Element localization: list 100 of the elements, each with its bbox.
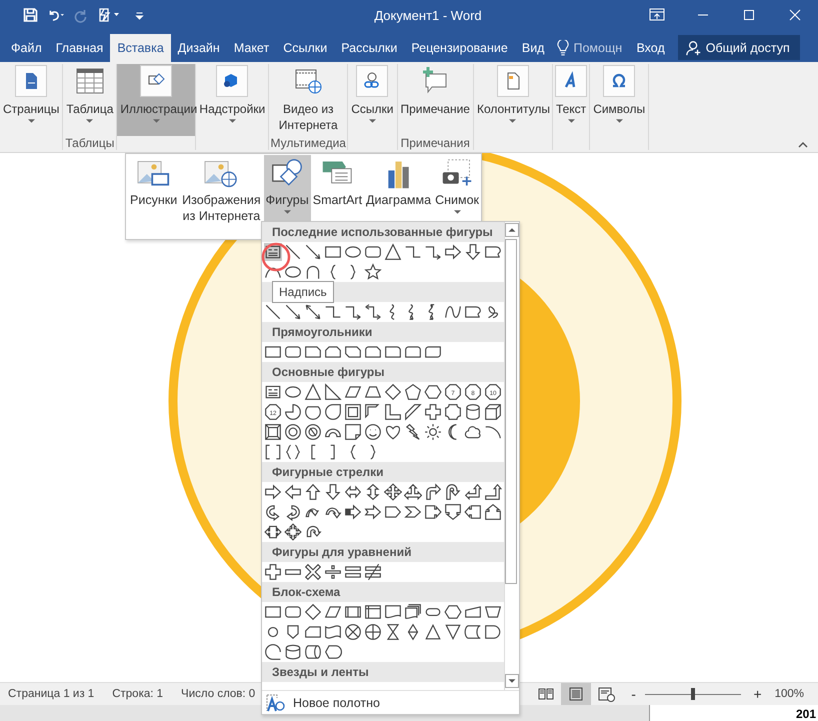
diamond-icon[interactable] xyxy=(384,383,402,401)
collate-icon[interactable] xyxy=(384,623,402,641)
sequential-storage-icon[interactable] xyxy=(264,643,282,661)
elbow-double-arrow-icon[interactable] xyxy=(364,303,382,321)
new-canvas-button[interactable]: Новое полотно xyxy=(262,690,519,714)
callout-left-right-icon[interactable] xyxy=(264,523,282,541)
ribbon-button[interactable]: Колонтитулы xyxy=(474,64,552,136)
arrow-right-icon[interactable] xyxy=(444,243,462,261)
arrow-curved-right-icon[interactable] xyxy=(264,503,282,521)
arrow-quad-icon[interactable] xyxy=(384,483,402,501)
arrow-up-icon[interactable] xyxy=(304,483,322,501)
cloud-icon[interactable] xyxy=(464,423,482,441)
freeform-line-icon[interactable] xyxy=(444,303,462,321)
callout-down-icon[interactable] xyxy=(444,503,462,521)
cross-icon[interactable] xyxy=(424,403,442,421)
multidocument-icon[interactable] xyxy=(404,603,422,621)
collapse-ribbon-icon[interactable] xyxy=(798,142,808,148)
ribbon-button[interactable]: Таблица xyxy=(63,64,116,136)
callout-up-icon[interactable] xyxy=(484,503,502,521)
triangle-icon[interactable] xyxy=(304,383,322,401)
arrow-down-icon[interactable] xyxy=(324,483,342,501)
scroll-down-icon[interactable] xyxy=(505,674,519,688)
ribbon-button[interactable]: Страницы xyxy=(0,64,62,136)
ribbon-button[interactable]: Видео из Интернета xyxy=(269,64,348,136)
brace-pair-icon[interactable] xyxy=(284,443,302,461)
lightning-icon[interactable] xyxy=(404,423,422,441)
arrow-striped-icon[interactable] xyxy=(344,503,362,521)
not-equal-icon[interactable] xyxy=(364,563,382,581)
ribbon-tab[interactable]: Вид xyxy=(514,34,552,62)
can-icon[interactable] xyxy=(464,403,482,421)
arrow-bent-icon[interactable] xyxy=(424,483,442,501)
arrow-left-right-up-icon[interactable] xyxy=(404,483,422,501)
menu-button[interactable]: Изображения из Интернета xyxy=(179,155,264,225)
summing-junction-icon[interactable] xyxy=(344,623,362,641)
zoom-level[interactable]: 100% xyxy=(774,688,804,700)
menu-button[interactable]: Диаграмма xyxy=(364,155,434,225)
ribbon-button[interactable]: Текст xyxy=(552,64,590,136)
sign-in-link[interactable]: Вход xyxy=(629,34,672,62)
ribbon-tab[interactable]: Ссылки xyxy=(276,34,334,62)
teardrop-icon[interactable] xyxy=(324,403,342,421)
internal-storage-icon[interactable] xyxy=(364,603,382,621)
extract-icon[interactable] xyxy=(424,623,442,641)
hexagon-icon[interactable] xyxy=(424,383,442,401)
line-icon[interactable] xyxy=(264,303,282,321)
bracket-pair-icon[interactable] xyxy=(264,443,282,461)
punched-tape-icon[interactable] xyxy=(324,623,342,641)
ribbon-tab[interactable]: Дизайн xyxy=(170,34,227,62)
arrow-down-icon[interactable] xyxy=(464,243,482,261)
ribbon-tab[interactable]: Файл xyxy=(4,34,49,62)
arrow-u-turn-icon[interactable] xyxy=(444,483,462,501)
arch-icon[interactable] xyxy=(304,263,322,281)
textbox-icon[interactable] xyxy=(264,383,282,401)
callout-quad-icon[interactable] xyxy=(284,523,302,541)
direct-access-storage-icon[interactable] xyxy=(304,643,322,661)
pie-icon[interactable] xyxy=(284,403,302,421)
arrow-left-icon[interactable] xyxy=(284,483,302,501)
plaque-icon[interactable] xyxy=(444,403,462,421)
delay-icon[interactable] xyxy=(484,623,502,641)
tell-me-field[interactable]: Помощн xyxy=(569,34,630,62)
ribbon-tab[interactable]: Макет xyxy=(226,34,276,62)
arrow-right-icon[interactable] xyxy=(264,483,282,501)
cube-icon[interactable] xyxy=(484,403,502,421)
star-icon[interactable] xyxy=(364,263,382,281)
ribbon-tab[interactable]: Главная xyxy=(48,34,110,62)
ribbon-button[interactable]: Надстройки xyxy=(196,64,268,136)
cross-icon[interactable] xyxy=(264,563,282,581)
save-icon[interactable] xyxy=(22,7,39,23)
arrow-line-icon[interactable] xyxy=(284,303,302,321)
share-button[interactable]: Общий доступ xyxy=(678,35,800,60)
arrow-left-up-icon[interactable] xyxy=(464,483,482,501)
print-layout-icon[interactable] xyxy=(560,683,591,705)
right-triangle-icon[interactable] xyxy=(324,383,342,401)
merge-icon[interactable] xyxy=(444,623,462,641)
ribbon-button[interactable]: Примечание xyxy=(398,64,473,136)
half-frame-icon[interactable] xyxy=(364,403,382,421)
menu-button[interactable]: Рисунки xyxy=(128,155,180,225)
ribbon-button[interactable]: Иллюстрации xyxy=(117,64,196,136)
no-symbol-icon[interactable] xyxy=(304,423,322,441)
ribbon-tab[interactable]: Рецензирование xyxy=(404,34,515,62)
ribbon-button[interactable]: Ссылки xyxy=(348,64,396,136)
arrow-left-right-icon[interactable] xyxy=(344,483,362,501)
arrow-curved-left-icon[interactable] xyxy=(284,503,302,521)
pentagon-icon[interactable] xyxy=(404,383,422,401)
arrow-up-down-icon[interactable] xyxy=(364,483,382,501)
zoom-in-button[interactable]: + xyxy=(750,686,765,702)
scrollbar[interactable] xyxy=(504,222,519,690)
display-icon[interactable] xyxy=(324,643,342,661)
or-icon[interactable] xyxy=(364,623,382,641)
folded-corner-icon[interactable] xyxy=(344,423,362,441)
ribbon-tab[interactable]: Вставка xyxy=(110,34,171,62)
ribbon-button[interactable]: Символы xyxy=(590,64,648,136)
document-icon[interactable] xyxy=(384,603,402,621)
stored-data-icon[interactable] xyxy=(464,623,482,641)
heart-icon[interactable] xyxy=(384,423,402,441)
arrow-notched-icon[interactable] xyxy=(364,503,382,521)
arrow-line-icon[interactable] xyxy=(304,243,322,261)
divide-icon[interactable] xyxy=(324,563,342,581)
smiley-icon[interactable] xyxy=(364,423,382,441)
zoom-out-button[interactable]: - xyxy=(626,686,641,702)
l-shape-icon[interactable] xyxy=(384,403,402,421)
